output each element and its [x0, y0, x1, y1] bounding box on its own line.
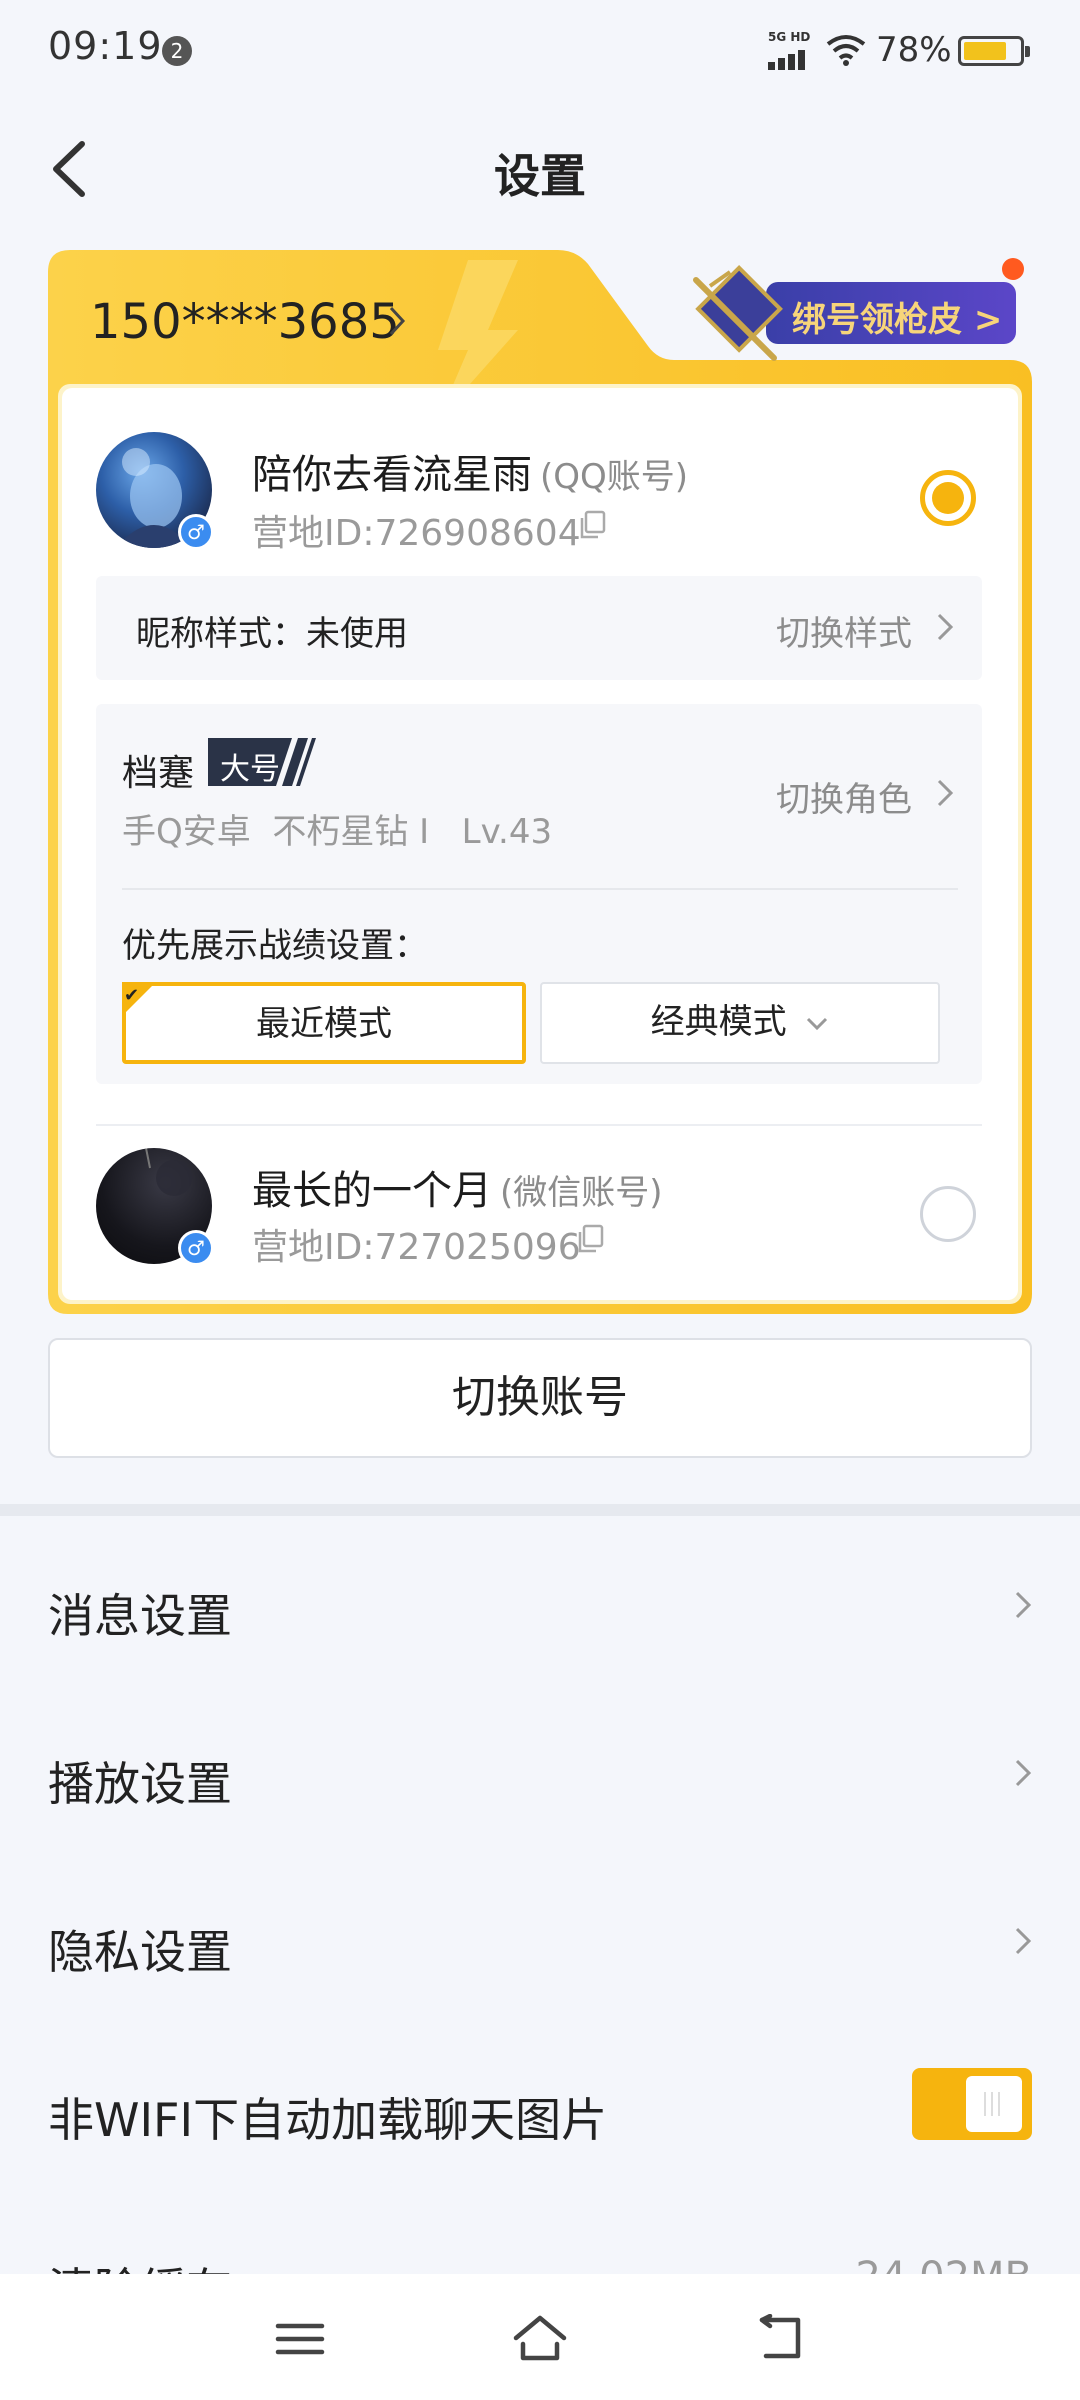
account-radio-selected[interactable]: [920, 470, 976, 526]
message-settings-row[interactable]: 消息设置: [0, 1530, 1080, 1680]
copy-icon[interactable]: [578, 510, 606, 540]
auto-load-images-toggle[interactable]: [912, 2068, 1032, 2140]
network-type: 5G HD: [768, 30, 811, 44]
promo-red-dot: [1002, 258, 1024, 280]
playback-settings-row[interactable]: 播放设置: [0, 1698, 1080, 1848]
check-icon: ✔: [124, 985, 140, 1006]
camp-id-qq: 营地ID:726908604: [252, 513, 581, 554]
chevron-right-icon: [1015, 1591, 1032, 1619]
switch-style-link[interactable]: 切换样式: [776, 606, 912, 655]
account-radio-unselected[interactable]: [920, 1186, 976, 1242]
male-icon: ♂: [178, 1230, 214, 1266]
status-time: 09:19: [48, 24, 163, 68]
account-name-qq: 陪你去看流星雨 (QQ账号): [252, 442, 688, 500]
classic-mode-dropdown[interactable]: 经典模式: [540, 982, 940, 1064]
role-info: 手Q安卓 不朽星钻 I Lv.43: [122, 812, 553, 852]
male-icon: ♂: [178, 514, 214, 550]
privacy-settings-label: 隐私设置: [48, 1925, 232, 1979]
nickname-style-row[interactable]: 昵称样式：未使用 切换样式: [96, 576, 982, 680]
selected-corner-mark: ✔: [122, 982, 156, 1016]
battery-level-fill: [964, 42, 1006, 60]
back-icon[interactable]: [752, 2314, 808, 2364]
bind-reward-promo[interactable]: 绑号领枪皮 >: [686, 258, 1016, 368]
role-name: 档蹇: [122, 753, 195, 794]
account-name-text: 陪你去看流星雨: [252, 452, 532, 498]
switch-account-button[interactable]: 切换账号: [48, 1338, 1032, 1458]
home-icon[interactable]: [512, 2314, 568, 2364]
account-type-label: (QQ账号): [540, 457, 689, 497]
main-account-badge-label: 大号: [220, 752, 280, 787]
game-role-panel: 档蹇 大号 手Q安卓 不朽星钻 I Lv.43 切换角色 优先展示战绩设置： ✔…: [96, 704, 982, 1084]
chevron-right-icon: [937, 779, 954, 807]
battery-icon: [958, 36, 1030, 66]
playback-settings-label: 播放设置: [48, 1757, 232, 1811]
system-navigation-bar: [0, 2274, 1080, 2400]
menu-icon[interactable]: [272, 2314, 328, 2364]
divider: [96, 1124, 982, 1126]
battery-percent: 78%: [876, 30, 952, 70]
wifi-icon: [826, 35, 866, 66]
recent-mode-button[interactable]: ✔ 最近模式: [122, 982, 526, 1064]
status-bar: 09:19 2 5G HD 78%: [0, 0, 1080, 100]
clear-cache-label: 清除缓存: [48, 2254, 232, 2274]
privacy-settings-row[interactable]: 隐私设置: [0, 1866, 1080, 2016]
recent-mode-label: 最近模式: [256, 1004, 392, 1044]
notification-count-badge: 2: [162, 36, 192, 66]
rifle-skin-icon: [693, 265, 783, 361]
auto-load-images-label: 非WIFI下自动加载聊天图片: [48, 2093, 608, 2147]
page-title: 设置: [494, 149, 586, 203]
camp-id-wechat: 营地ID:727025096: [252, 1227, 581, 1268]
chevron-right-icon: [389, 306, 406, 336]
chevron-right-icon: [1015, 1759, 1032, 1787]
switch-role-link[interactable]: 切换角色: [776, 772, 912, 821]
stats-pref-title: 优先展示战绩设置：: [122, 926, 428, 966]
account-name-wechat: 最长的一个月 (微信账号): [252, 1158, 663, 1216]
toggle-knob: [966, 2076, 1022, 2132]
copy-icon[interactable]: [576, 1224, 604, 1254]
chevron-right-icon: [937, 613, 954, 641]
nickname-style-label: 昵称样式：未使用: [136, 614, 408, 654]
chevron-down-icon: [807, 1017, 828, 1030]
account-name-text: 最长的一个月: [252, 1168, 492, 1214]
classic-mode-label: 经典模式: [650, 1002, 787, 1042]
account-type-label: (微信账号): [500, 1173, 663, 1213]
message-settings-label: 消息设置: [48, 1589, 232, 1643]
cellular-signal-icon: 5G HD: [768, 30, 814, 70]
section-separator: [0, 1504, 1080, 1516]
account-phone-number[interactable]: 150****3685: [90, 294, 400, 350]
promo-label: 绑号领枪皮 >: [792, 300, 1003, 340]
chevron-right-icon: [1015, 1927, 1032, 1955]
divider: [122, 888, 958, 890]
